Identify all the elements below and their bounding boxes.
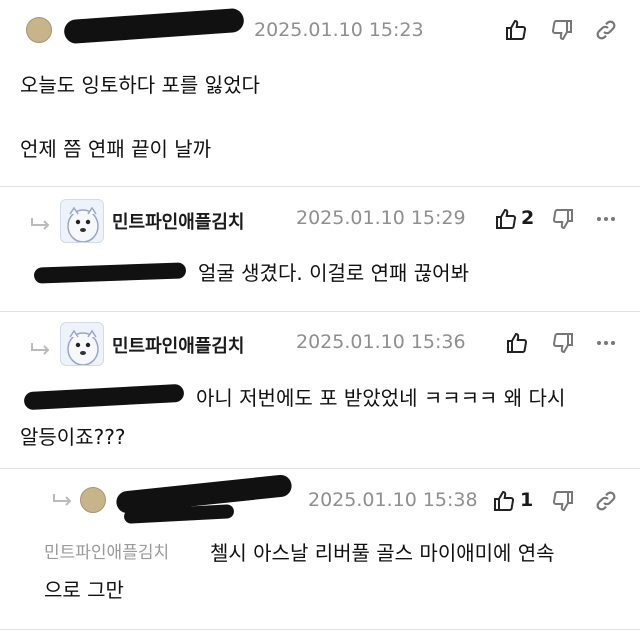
thumbs-up-icon[interactable] (494, 207, 518, 231)
avatar-image (67, 329, 99, 365)
redacted-username (63, 7, 245, 45)
avatar[interactable] (60, 322, 104, 366)
comment-author[interactable]: 민트파인애플김치 (112, 208, 244, 234)
more-icon[interactable] (594, 331, 618, 355)
comment-4: 2025.01.10 15:38 1 민트파인애플김치 첼시 아스날 리버풀 골… (0, 469, 640, 629)
comment-date: 2025.01.10 15:23 (254, 19, 424, 41)
reply-arrow-icon (53, 494, 72, 506)
comment-date: 2025.01.10 15:38 (308, 489, 478, 511)
comment-header: 2025.01.10 15:23 (0, 7, 640, 50)
thumbs-up-icon[interactable] (505, 331, 529, 355)
thumbs-down-icon[interactable] (551, 207, 575, 231)
comment-text: 얼굴 생겼다. 이걸로 연패 끊어봐 (198, 261, 469, 285)
redacted-mention (23, 383, 185, 411)
avatar[interactable] (60, 199, 104, 243)
comment-author[interactable]: 민트파인애플김치 (112, 332, 244, 358)
like-count: 2 (521, 207, 535, 229)
comment-text-line: 으로 그만 (44, 578, 124, 602)
comment-text-line: 첼시 아스날 리버풀 골스 마이애미에 연속 (210, 541, 555, 565)
avatar[interactable] (80, 487, 106, 513)
avatar-image (67, 206, 99, 242)
thumbs-down-icon[interactable] (550, 18, 574, 42)
thumbs-down-icon[interactable] (551, 489, 575, 513)
link-icon[interactable] (594, 489, 618, 513)
thumbs-up-icon[interactable] (492, 489, 516, 513)
comment-2: 민트파인애플김치 2025.01.10 15:29 2 얼굴 생겼다. 이걸로 … (0, 187, 640, 311)
avatar[interactable] (26, 17, 52, 43)
comment-1: 2025.01.10 15:23 오늘도 잉토하다 포를 잃었다 언제 쯤 연패… (0, 0, 640, 186)
comment-3: 민트파인애플김치 2025.01.10 15:36 아니 저번에도 포 받았었네… (0, 312, 640, 468)
thumbs-down-icon[interactable] (551, 331, 575, 355)
more-icon[interactable] (594, 207, 618, 231)
comment-text-line: 언제 쯤 연패 끝이 날까 (20, 137, 212, 161)
comment-date: 2025.01.10 15:29 (296, 207, 466, 229)
comment-text-line: 알등이죠??? (20, 425, 126, 449)
comment-text-line: 오늘도 잉토하다 포를 잃었다 (20, 73, 260, 97)
mention-tag[interactable]: 민트파인애플김치 (44, 538, 169, 568)
reply-arrow-icon (31, 218, 50, 230)
reply-arrow-icon (31, 343, 50, 355)
divider (0, 629, 640, 630)
link-icon[interactable] (594, 18, 618, 42)
redacted-mention (33, 262, 187, 284)
comment-text-line: 아니 저번에도 포 받았었네 ㅋㅋㅋㅋ 왜 다시 (196, 386, 566, 410)
thumbs-up-icon[interactable] (504, 18, 528, 42)
like-count: 1 (520, 489, 534, 511)
comment-date: 2025.01.10 15:36 (296, 331, 466, 353)
